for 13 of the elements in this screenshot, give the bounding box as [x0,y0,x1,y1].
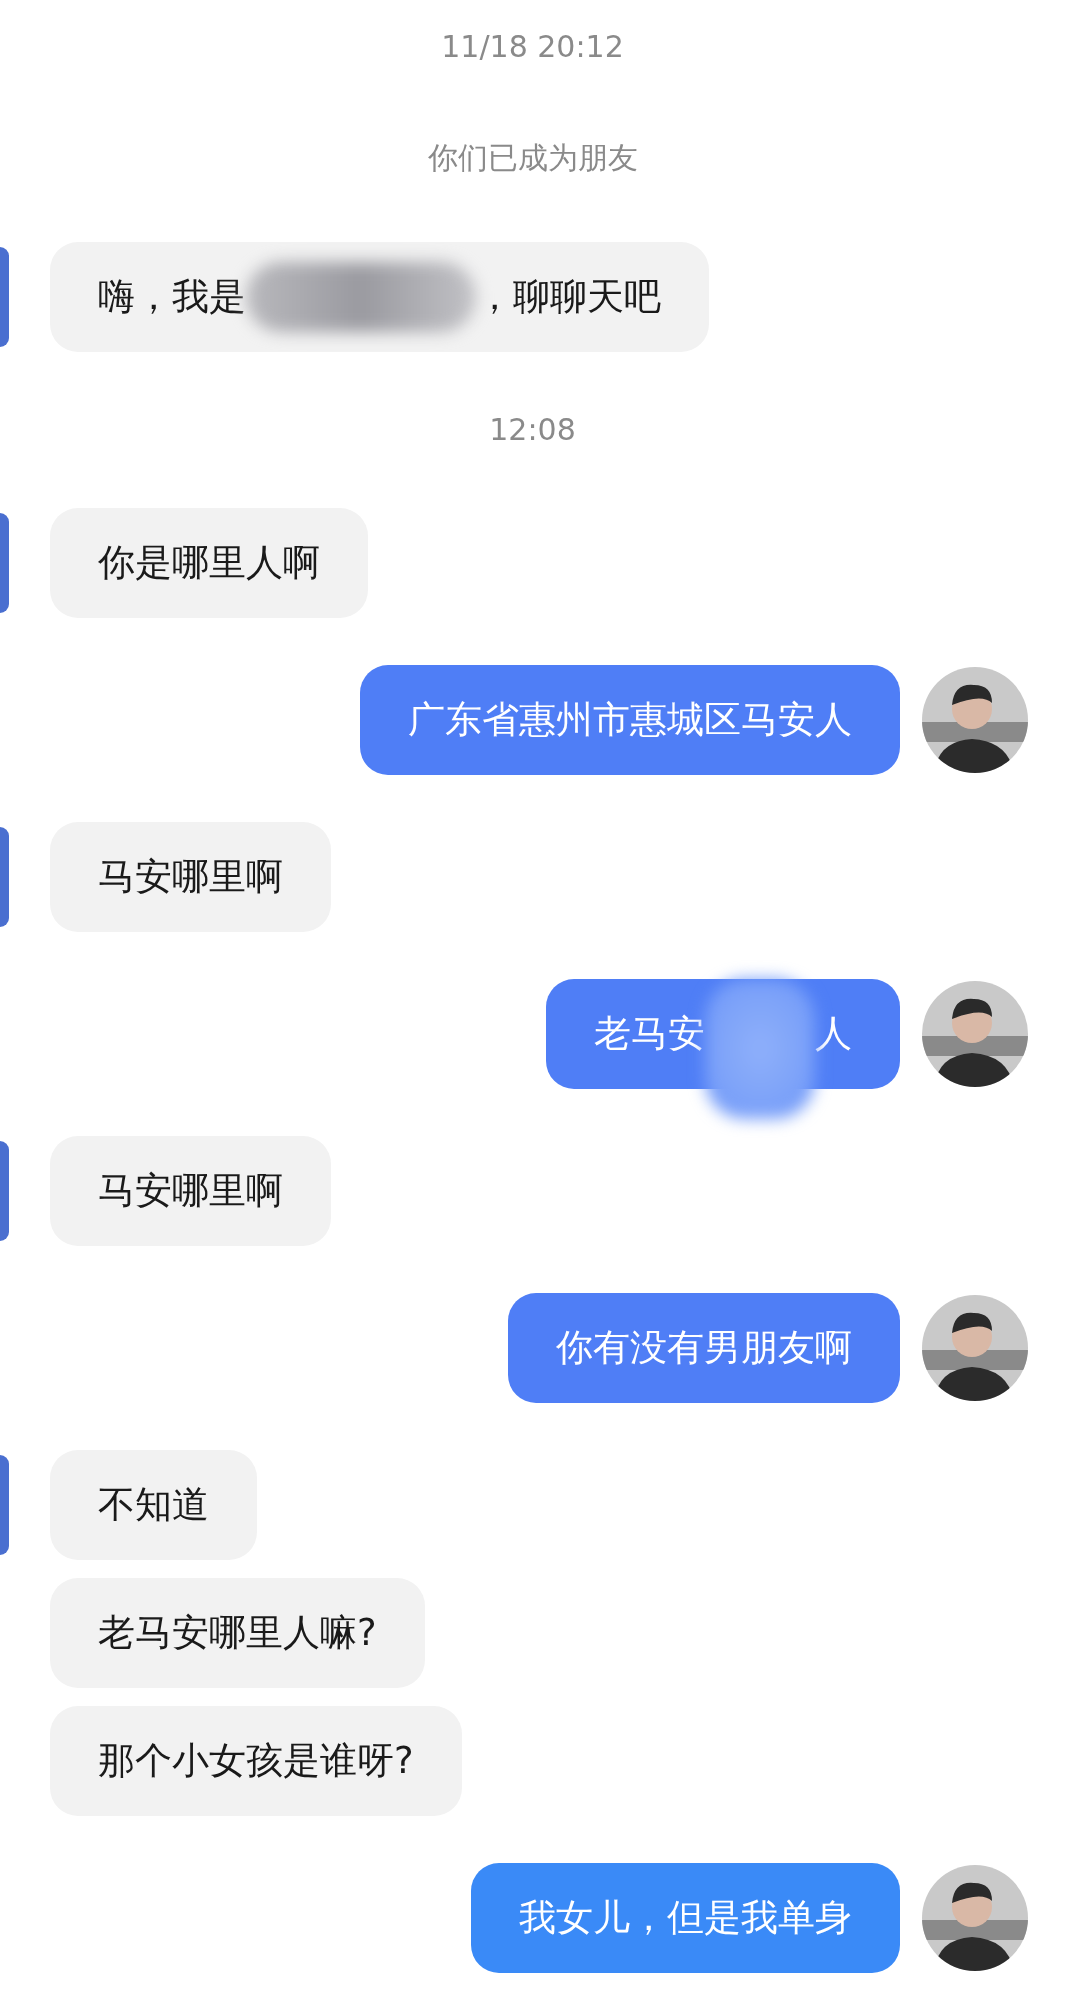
system-notice: 你们已成为朋友 [427,139,638,177]
message-bubble: 马安哪里啊 [50,822,331,932]
message-bubble: 老马安哪里人嘛? [50,1578,425,1688]
message-bubble: 我女儿，但是我单身 [471,1863,900,1973]
message-bubble: 你是哪里人啊 [50,508,368,618]
message-bubble: 那个小女孩是谁呀? [50,1706,462,1816]
message-bubble: 马安哪里啊 [50,1136,331,1246]
message-bubble: 广东省惠州市惠城区马安人 [360,665,900,775]
timestamp: 11/18 20:12 [441,28,624,66]
message-bubble: 你有没有男朋友啊 [508,1293,900,1403]
message-bubble: 不知道 [50,1450,257,1560]
message-bubble: 嗨，我是 ，聊聊天吧 [50,242,709,352]
timestamp: 12:08 [489,411,576,449]
